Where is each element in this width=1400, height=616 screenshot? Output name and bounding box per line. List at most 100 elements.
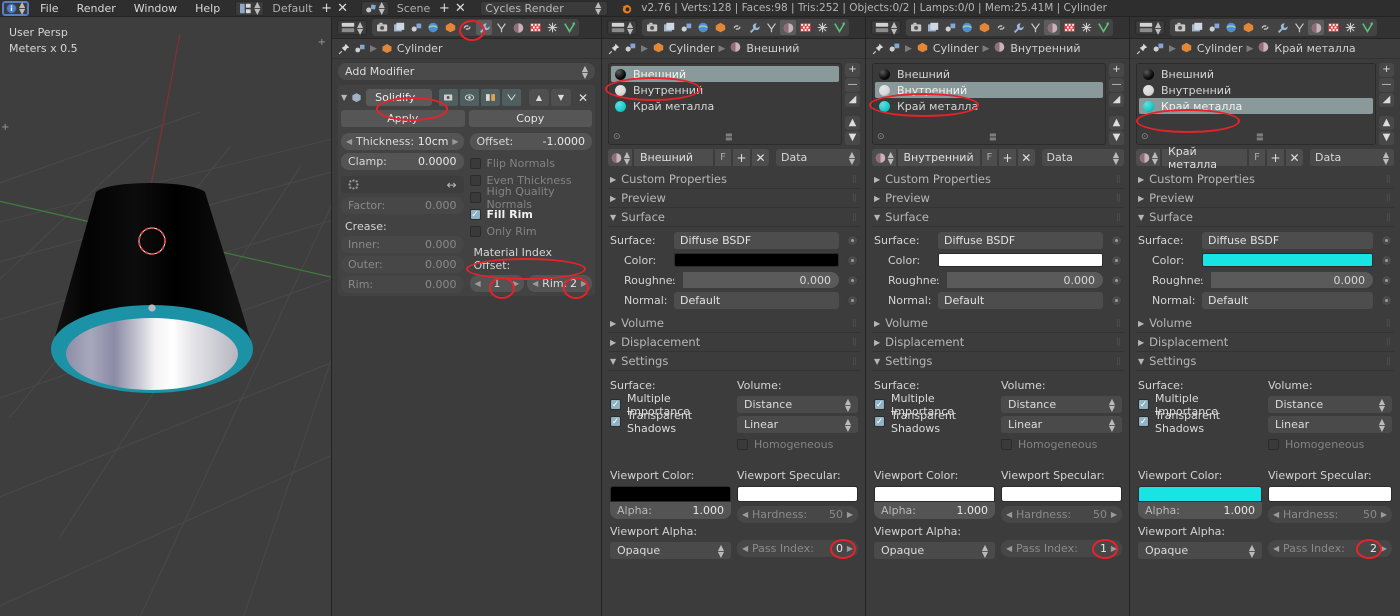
list-resize-grab-icon[interactable]: ▬ ▬ bbox=[1256, 130, 1264, 142]
crease-inner-field[interactable]: Inner: 0.000 bbox=[341, 236, 464, 253]
fake-user-button[interactable]: F bbox=[715, 149, 731, 166]
tab-object-data-icon[interactable] bbox=[561, 20, 577, 35]
roughness-slider[interactable]: 0.000 bbox=[1202, 272, 1373, 288]
layout-name[interactable]: Default bbox=[266, 2, 318, 15]
material-slot-2[interactable]: Край металла bbox=[611, 98, 839, 114]
viewport-alpha-dropdown[interactable]: Opaque ▲ ▼ bbox=[1138, 542, 1262, 559]
tab-modifiers-wrench-icon[interactable] bbox=[1010, 20, 1026, 35]
breadcrumb-scene-icon[interactable] bbox=[354, 43, 366, 54]
tab-render-layers-icon[interactable] bbox=[661, 20, 677, 35]
breadcrumb-scene-icon[interactable] bbox=[888, 42, 901, 56]
tab-texture-icon[interactable] bbox=[527, 20, 543, 35]
tab-scene-icon[interactable] bbox=[1206, 20, 1222, 35]
tab-render-layers-icon[interactable] bbox=[391, 20, 407, 35]
modifier-move-down-button[interactable]: ▼ bbox=[551, 89, 571, 106]
panel-preview-metal-edge[interactable]: ▶ Preview ⣿ bbox=[1136, 189, 1394, 208]
add-layout-button[interactable]: + bbox=[319, 1, 335, 16]
tab-render-icon[interactable] bbox=[374, 20, 390, 35]
tab-render-icon[interactable] bbox=[1172, 20, 1188, 35]
surface-shader-field[interactable]: Diffuse BSDF bbox=[938, 231, 1103, 249]
new-material-button[interactable]: + bbox=[1267, 149, 1284, 166]
panel-custom-properties-outer[interactable]: ▶ Custom Properties ⣿ bbox=[608, 170, 860, 189]
editor-type-properties-icon-outer[interactable]: ▲ ▼ bbox=[607, 20, 638, 35]
tab-physics-icon[interactable] bbox=[1078, 20, 1094, 35]
move-slot-up-button[interactable]: ▲ bbox=[845, 116, 860, 130]
new-material-button[interactable]: + bbox=[733, 149, 750, 166]
tab-object-data-icon[interactable] bbox=[1095, 20, 1111, 35]
hardness-field[interactable]: ◀ Hardness: 50 ▶ bbox=[737, 506, 858, 523]
cylinder-object[interactable] bbox=[0, 17, 331, 616]
node-link-dot[interactable] bbox=[1111, 234, 1122, 246]
menu-file[interactable]: File bbox=[31, 0, 67, 17]
unlink-material-button[interactable]: ✕ bbox=[1017, 149, 1035, 166]
hardness-field[interactable]: ◀ Hardness: 50 ▶ bbox=[1268, 506, 1392, 523]
modifier-render-toggle-icon[interactable] bbox=[439, 89, 459, 106]
only-rim-checkbox[interactable]: Only Rim bbox=[469, 223, 593, 240]
material-index-offset-field[interactable]: ◀ 1 ▶ bbox=[469, 275, 525, 292]
clamp-field[interactable]: Clamp: 0.0000 bbox=[341, 153, 464, 170]
viewport-alpha-value-field[interactable]: Alpha: 1.000 bbox=[610, 502, 731, 519]
viewport-alpha-value-field[interactable]: Alpha: 1.000 bbox=[874, 502, 995, 519]
material-link-dropdown[interactable]: Data ▲ ▼ bbox=[776, 149, 860, 166]
tab-world-icon[interactable] bbox=[959, 20, 975, 35]
tab-render-layers-icon[interactable] bbox=[1189, 20, 1205, 35]
viewport-color-swatch[interactable] bbox=[1138, 486, 1262, 502]
tab-particles-icon[interactable] bbox=[1291, 20, 1307, 35]
material-specials-button[interactable]: ◢ bbox=[1379, 93, 1394, 107]
panel-displacement-inner[interactable]: ▶ Displacement ⣿ bbox=[872, 333, 1124, 352]
material-slot-1[interactable]: Внутренний bbox=[1139, 82, 1373, 98]
panel-custom-properties-inner[interactable]: ▶ Custom Properties ⣿ bbox=[872, 170, 1124, 189]
editor-type-info-icon[interactable]: ▲ ▼ bbox=[2, 0, 30, 16]
node-link-dot[interactable] bbox=[847, 294, 858, 306]
thickness-decrement-icon[interactable]: ◀ bbox=[346, 137, 352, 146]
tab-render-layers-icon[interactable] bbox=[925, 20, 941, 35]
fake-user-button[interactable]: F bbox=[1249, 149, 1265, 166]
modifier-cage-toggle-icon[interactable] bbox=[502, 89, 522, 106]
transparent-shadows-checkbox[interactable]: ✓ Transparent Shadows bbox=[610, 409, 731, 435]
high-quality-normals-checkbox[interactable]: High Quality Normals bbox=[469, 185, 593, 211]
crease-rim-field[interactable]: Rim: 0.000 bbox=[341, 276, 464, 293]
tab-world-icon[interactable] bbox=[1223, 20, 1239, 35]
panel-displacement-metal-edge[interactable]: ▶ Displacement ⣿ bbox=[1136, 333, 1394, 352]
remove-material-slot-button[interactable]: — bbox=[845, 78, 860, 92]
delete-scene-button[interactable]: ✕ bbox=[452, 1, 468, 16]
editor-type-properties-icon-metal-edge[interactable]: ▲ ▼ bbox=[1135, 20, 1166, 35]
add-modifier-dropdown[interactable]: Add Modifier ▲ ▼ bbox=[338, 63, 595, 80]
normal-field[interactable]: Default bbox=[1202, 291, 1373, 309]
panel-settings-metal-edge[interactable]: ▼ Settings ⣿ bbox=[1136, 352, 1394, 371]
mio-decrement-icon[interactable]: ◀ bbox=[475, 279, 481, 288]
tab-modifiers-wrench-icon[interactable] bbox=[746, 20, 762, 35]
volume-sampling-dropdown[interactable]: Distance ▲ ▼ bbox=[737, 396, 858, 413]
thickness-increment-icon[interactable]: ▶ bbox=[452, 137, 458, 146]
tab-physics-icon[interactable] bbox=[544, 20, 560, 35]
material-name-field[interactable]: Край металла bbox=[1162, 145, 1247, 171]
menu-window[interactable]: Window bbox=[125, 0, 186, 17]
diffuse-color-swatch[interactable] bbox=[1202, 253, 1373, 267]
vertex-group-invert-icon[interactable]: ↔ bbox=[446, 178, 456, 192]
tab-world-icon[interactable] bbox=[695, 20, 711, 35]
remove-material-slot-button[interactable]: — bbox=[1379, 78, 1394, 92]
tab-world-icon[interactable] bbox=[425, 20, 441, 35]
viewport-alpha-dropdown[interactable]: Opaque ▲ ▼ bbox=[610, 542, 731, 559]
material-slot-0[interactable]: Внешний bbox=[611, 66, 839, 82]
homogeneous-checkbox[interactable]: Homogeneous bbox=[1268, 436, 1392, 453]
new-material-button[interactable]: + bbox=[999, 149, 1016, 166]
remove-material-slot-button[interactable]: — bbox=[1109, 78, 1124, 92]
menu-help[interactable]: Help bbox=[186, 0, 229, 17]
node-link-dot[interactable] bbox=[847, 234, 858, 246]
material-specials-button[interactable]: ◢ bbox=[845, 93, 860, 107]
modifier-name-field[interactable]: Solidify bbox=[366, 89, 433, 106]
tab-object-icon[interactable] bbox=[1240, 20, 1256, 35]
panel-surface-metal-edge[interactable]: ▼ Surface ⣿ bbox=[1136, 208, 1394, 227]
viewport-right-tool-handle[interactable]: + bbox=[318, 37, 326, 48]
modifier-viewport-toggle-icon[interactable] bbox=[460, 89, 480, 106]
tab-texture-icon[interactable] bbox=[1325, 20, 1341, 35]
tab-constraints-icon[interactable] bbox=[1257, 20, 1273, 35]
screen-layout-selector[interactable]: ▲ ▼ bbox=[235, 0, 265, 16]
list-resize-grab-icon[interactable]: ▬ ▬ bbox=[725, 130, 733, 142]
modifier-delete-button[interactable]: ✕ bbox=[574, 91, 592, 105]
tab-particles-icon[interactable] bbox=[763, 20, 779, 35]
viewport-color-swatch[interactable] bbox=[874, 486, 995, 502]
pin-icon[interactable] bbox=[872, 43, 884, 55]
tab-object-data-icon[interactable] bbox=[831, 20, 847, 35]
